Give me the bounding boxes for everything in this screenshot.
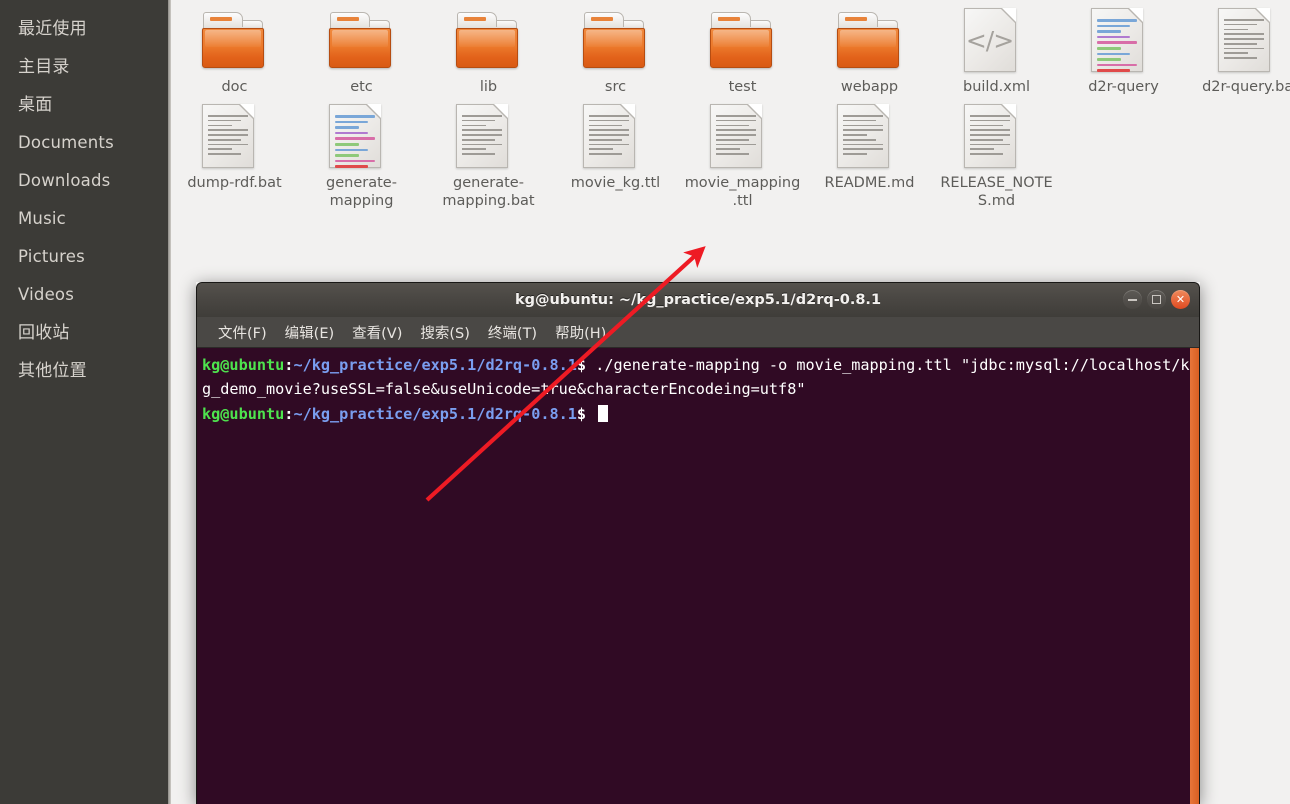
file-item-generate-mapping-bat[interactable]: generate-mapping.bat bbox=[425, 96, 552, 210]
file-label: README.md bbox=[824, 175, 915, 191]
terminal-text: kg@ubuntu:~/kg_practice/exp5.1/d2rq-0.8.… bbox=[197, 348, 1199, 426]
file-label: generate-mapping bbox=[326, 175, 397, 209]
folder-icon bbox=[582, 6, 649, 72]
menu-help[interactable]: 帮助(H) bbox=[546, 322, 615, 343]
file-item-build-xml[interactable]: </> build.xml bbox=[933, 0, 1060, 96]
sidebar-item-recent[interactable]: 最近使用 bbox=[0, 10, 168, 48]
sidebar-item-documents[interactable]: Documents bbox=[0, 124, 168, 162]
window-title: kg@ubuntu: ~/kg_practice/exp5.1/d2rq-0.8… bbox=[514, 292, 882, 308]
text-file-icon bbox=[455, 102, 522, 168]
sidebar-item-pictures[interactable]: Pictures bbox=[0, 238, 168, 276]
prompt-user: kg@ubuntu bbox=[202, 404, 285, 423]
file-label: movie_mapping.ttl bbox=[684, 175, 801, 209]
sidebar-item-label: 最近使用 bbox=[18, 19, 87, 39]
script-file-icon bbox=[1090, 6, 1157, 72]
file-item-dump-rdf-bat[interactable]: dump-rdf.bat bbox=[171, 96, 298, 210]
folder-icon bbox=[328, 6, 395, 72]
file-item-lib[interactable]: lib bbox=[425, 0, 552, 96]
file-label: generate-mapping.bat bbox=[442, 175, 535, 209]
file-label: build.xml bbox=[963, 79, 1030, 95]
file-label: d2r-query.bat bbox=[1202, 79, 1290, 95]
sidebar-item-label: 桌面 bbox=[18, 95, 53, 115]
sidebar-item-downloads[interactable]: Downloads bbox=[0, 162, 168, 200]
folder-icon bbox=[709, 6, 776, 72]
file-row-2: dump-rdf.bat generate-mapping generate-m… bbox=[171, 96, 1290, 210]
file-label: d2r-query bbox=[1088, 79, 1159, 95]
script-file-icon bbox=[328, 102, 395, 168]
folder-icon bbox=[455, 6, 522, 72]
file-item-readme-md[interactable]: README.md bbox=[806, 96, 933, 210]
file-item-movie-kg-ttl[interactable]: movie_kg.ttl bbox=[552, 96, 679, 210]
prompt-dollar: $ bbox=[576, 404, 596, 423]
file-label: test bbox=[728, 79, 757, 95]
terminal-cursor bbox=[598, 404, 609, 422]
file-item-d2r-query[interactable]: d2r-query bbox=[1060, 0, 1187, 96]
file-label: doc bbox=[221, 79, 248, 95]
prompt-path: ~/kg_practice/exp5.1/d2rq-0.8.1 bbox=[293, 404, 577, 423]
file-item-test[interactable]: test bbox=[679, 0, 806, 96]
sidebar-item-music[interactable]: Music bbox=[0, 200, 168, 238]
file-item-generate-mapping[interactable]: generate-mapping bbox=[298, 96, 425, 210]
file-item-etc[interactable]: etc bbox=[298, 0, 425, 96]
terminal-menubar: 文件(F) 编辑(E) 查看(V) 搜索(S) 终端(T) 帮助(H) bbox=[197, 317, 1199, 348]
file-label: dump-rdf.bat bbox=[187, 175, 282, 191]
sidebar-item-label: 主目录 bbox=[18, 57, 70, 77]
prompt-user: kg@ubuntu bbox=[202, 356, 285, 374]
text-file-icon bbox=[709, 102, 776, 168]
file-label: lib bbox=[479, 79, 498, 95]
terminal-scrollbar[interactable] bbox=[1190, 348, 1199, 804]
sidebar-item-other-locations[interactable]: 其他位置 bbox=[0, 352, 168, 390]
sidebar-item-label: Documents bbox=[18, 133, 114, 152]
prompt-dollar: $ bbox=[576, 356, 596, 374]
text-file-icon bbox=[201, 102, 268, 168]
file-label: webapp bbox=[840, 79, 899, 95]
file-label: etc bbox=[350, 79, 373, 95]
file-label: src bbox=[604, 79, 627, 95]
menu-view[interactable]: 查看(V) bbox=[343, 322, 411, 343]
minimize-button[interactable] bbox=[1123, 290, 1142, 309]
terminal-window[interactable]: kg@ubuntu: ~/kg_practice/exp5.1/d2rq-0.8… bbox=[196, 282, 1200, 804]
file-item-release-notes-md[interactable]: RELEASE_NOTES.md bbox=[933, 96, 1060, 210]
sidebar-item-label: Videos bbox=[18, 285, 75, 304]
text-file-icon bbox=[836, 102, 903, 168]
terminal-output-area[interactable]: kg@ubuntu:~/kg_practice/exp5.1/d2rq-0.8.… bbox=[197, 348, 1199, 804]
folder-icon bbox=[201, 6, 268, 72]
text-file-icon bbox=[963, 102, 1030, 168]
window-controls: ✕ bbox=[1123, 290, 1190, 309]
xml-file-icon: </> bbox=[963, 6, 1030, 72]
prompt-path: ~/kg_practice/exp5.1/d2rq-0.8.1 bbox=[293, 356, 577, 374]
menu-search[interactable]: 搜索(S) bbox=[411, 322, 479, 343]
menu-terminal[interactable]: 终端(T) bbox=[479, 322, 546, 343]
file-manager-sidebar: 最近使用 主目录 桌面 Documents Downloads Music Pi… bbox=[0, 0, 168, 804]
folder-icon bbox=[836, 6, 903, 72]
file-row-1: doc etc lib src test webapp </> build.xm… bbox=[171, 0, 1290, 96]
text-file-icon bbox=[582, 102, 649, 168]
scrollbar-thumb[interactable] bbox=[1190, 348, 1199, 804]
sidebar-item-label: 其他位置 bbox=[18, 361, 87, 381]
sidebar-item-home[interactable]: 主目录 bbox=[0, 48, 168, 86]
file-item-doc[interactable]: doc bbox=[171, 0, 298, 96]
sidebar-item-label: Music bbox=[18, 209, 66, 228]
file-label: RELEASE_NOTES.md bbox=[940, 175, 1053, 209]
sidebar-item-label: Pictures bbox=[18, 247, 85, 266]
maximize-button[interactable] bbox=[1147, 290, 1166, 309]
sidebar-item-videos[interactable]: Videos bbox=[0, 276, 168, 314]
file-label: movie_kg.ttl bbox=[570, 175, 661, 191]
menu-edit[interactable]: 编辑(E) bbox=[276, 322, 343, 343]
menu-file[interactable]: 文件(F) bbox=[209, 322, 276, 343]
sidebar-item-trash[interactable]: 回收站 bbox=[0, 314, 168, 352]
sidebar-item-label: Downloads bbox=[18, 171, 111, 190]
file-grid: doc etc lib src test webapp </> build.xm… bbox=[171, 0, 1290, 210]
close-button[interactable]: ✕ bbox=[1171, 290, 1190, 309]
terminal-titlebar[interactable]: kg@ubuntu: ~/kg_practice/exp5.1/d2rq-0.8… bbox=[197, 283, 1199, 317]
file-item-d2r-query-bat[interactable]: d2r-query.bat bbox=[1187, 0, 1290, 96]
text-file-icon bbox=[1217, 6, 1284, 72]
sidebar-item-label: 回收站 bbox=[18, 323, 70, 343]
sidebar-item-desktop[interactable]: 桌面 bbox=[0, 86, 168, 124]
file-item-webapp[interactable]: webapp bbox=[806, 0, 933, 96]
file-item-movie-mapping-ttl[interactable]: movie_mapping.ttl bbox=[679, 96, 806, 210]
file-item-src[interactable]: src bbox=[552, 0, 679, 96]
